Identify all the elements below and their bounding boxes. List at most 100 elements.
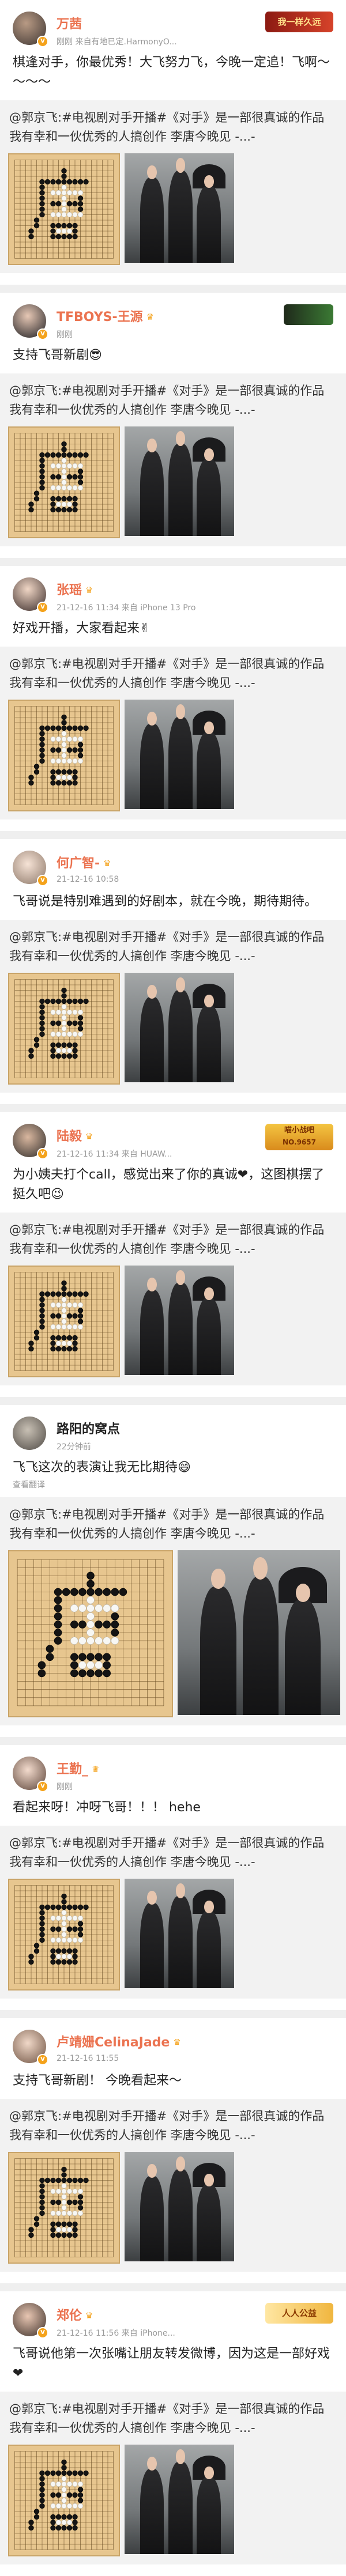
white-stone (55, 1048, 62, 1053)
black-stone (39, 2205, 45, 2211)
repost-text[interactable]: @郭京飞:#电视剧对手开播#《对手》是一部很真诚的作品 我有幸和一伙优秀的人搞创… (9, 1221, 337, 1259)
black-stone (28, 1954, 34, 1959)
black-stone (72, 998, 78, 1004)
avatar[interactable] (13, 1417, 46, 1450)
post-header: V 郑伦 ♛ 21-12-16 11:56 来自 iPhone... 人人公益 (9, 2302, 337, 2341)
drama-poster-image[interactable] (125, 700, 234, 809)
drama-poster-image[interactable] (125, 2445, 234, 2554)
black-stone (61, 1280, 67, 1286)
go-board-image[interactable] (8, 426, 120, 538)
black-stone (77, 2199, 84, 2205)
username[interactable]: 王勤_ ♛ (57, 1759, 268, 1777)
repost-text[interactable]: @郭京飞:#电视剧对手开播#《对手》是一部很真诚的作品 我有幸和一伙优秀的人搞创… (9, 382, 337, 420)
repost-text[interactable]: @郭京飞:#电视剧对手开播#《对手》是一部很真诚的作品 我有幸和一伙优秀的人搞创… (9, 1834, 337, 1872)
post-meta: 21-12-16 11:34 来自 iPhone 13 Pro (57, 603, 196, 613)
black-stone (77, 747, 84, 753)
black-stone (39, 1904, 45, 1910)
username[interactable]: 何广智- ♛ (57, 853, 268, 871)
username[interactable]: 陆毅 ♛ (57, 1126, 268, 1145)
go-board-image[interactable] (8, 2445, 120, 2556)
repost-text[interactable]: @郭京飞:#电视剧对手开播#《对手》是一部很真诚的作品 我有幸和一伙优秀的人搞创… (9, 2107, 337, 2145)
black-stone (72, 1948, 78, 1954)
black-stone (33, 1042, 40, 1048)
white-stone (61, 1926, 67, 1932)
black-stone (103, 1661, 111, 1670)
black-stone (39, 2481, 45, 2487)
username[interactable]: 张瑶 ♛ (57, 580, 268, 598)
black-stone (83, 998, 89, 1004)
black-stone (50, 2520, 56, 2525)
repost-block[interactable]: @郭京飞:#电视剧对手开播#《对手》是一部很真诚的作品 我有幸和一伙优秀的人搞创… (0, 2392, 346, 2564)
drama-poster-image[interactable] (125, 1879, 234, 1988)
go-board-image[interactable] (8, 153, 120, 265)
white-stone (72, 2210, 78, 2216)
black-stone (83, 2470, 89, 2476)
black-stone (66, 725, 73, 731)
repost-block[interactable]: @郭京飞:#电视剧对手开播#《对手》是一部很真诚的作品 我有幸和一伙优秀的人搞创… (0, 1826, 346, 1999)
repost-text[interactable]: @郭京飞:#电视剧对手开播#《对手》是一部很真诚的作品 我有幸和一伙优秀的人搞创… (9, 655, 337, 693)
white-stone (55, 463, 62, 469)
decoration-card[interactable]: 人人公益 (265, 2303, 333, 2324)
repost-text[interactable]: @郭京飞:#电视剧对手开播#《对手》是一部很真诚的作品 我有幸和一伙优秀的人搞创… (9, 108, 337, 146)
username[interactable]: TFBOYS-王源 ♛ (57, 307, 268, 325)
go-board-image[interactable] (8, 973, 120, 1085)
black-stone (50, 747, 56, 753)
username[interactable]: 郑伦 ♛ (57, 2305, 268, 2324)
member-crown-icon: ♛ (85, 1131, 93, 1142)
go-board-image[interactable] (8, 2152, 120, 2264)
white-stone (55, 190, 62, 196)
verified-icon: V (37, 602, 48, 613)
black-stone (77, 469, 84, 474)
repost-text[interactable]: @郭京飞:#电视剧对手开播#《对手》是一部很真诚的作品 我有幸和一伙优秀的人搞创… (9, 2400, 337, 2438)
go-board-image[interactable] (8, 1550, 173, 1717)
black-stone (46, 1653, 54, 1661)
repost-block[interactable]: @郭京飞:#电视剧对手开播#《对手》是一部很真诚的作品 我有幸和一伙优秀的人搞创… (0, 100, 346, 273)
translate-link[interactable]: 查看翻译 (13, 1479, 333, 1490)
white-stone (61, 1319, 67, 1324)
black-stone (55, 1904, 62, 1910)
repost-block[interactable]: @郭京飞:#电视剧对手开播#《对手》是一部很真诚的作品 我有幸和一伙优秀的人搞创… (0, 2099, 346, 2272)
repost-block[interactable]: @郭京飞:#电视剧对手开播#《对手》是一部很真诚的作品 我有幸和一伙优秀的人搞创… (0, 647, 346, 819)
post-header: V 万茜 刚刚 来自有地已定.HarmonyO... 我一样久远 (9, 10, 337, 50)
drama-poster-image[interactable] (178, 1550, 340, 1715)
black-stone (72, 1926, 78, 1932)
username[interactable]: 万茜 (57, 14, 268, 32)
white-stone (61, 485, 67, 491)
repost-block[interactable]: @郭京飞:#电视剧对手开播#《对手》是一部很真诚的作品 我有幸和一伙优秀的人搞创… (0, 1497, 346, 1725)
repost-block[interactable]: @郭京飞:#电视剧对手开播#《对手》是一部很真诚的作品 我有幸和一伙优秀的人搞创… (0, 1213, 346, 1385)
decoration-card[interactable] (284, 304, 333, 325)
drama-poster-image[interactable] (125, 2152, 234, 2261)
white-stone (66, 1954, 73, 1959)
drama-poster-image[interactable] (125, 1266, 234, 1375)
drama-poster-image[interactable] (125, 973, 234, 1082)
username[interactable]: 卢靖姗CelinaJade ♛ (57, 2032, 268, 2050)
white-stone (55, 2210, 62, 2216)
black-stone (72, 1959, 78, 1965)
repost-text[interactable]: @郭京飞:#电视剧对手开播#《对手》是一部很真诚的作品 我有幸和一伙优秀的人搞创… (9, 1505, 337, 1543)
black-stone (72, 1020, 78, 1026)
black-stone (77, 1015, 84, 1021)
drama-poster-image[interactable] (125, 426, 234, 536)
go-board-image[interactable] (8, 1879, 120, 1990)
black-stone (66, 1926, 73, 1932)
drama-poster-image[interactable] (125, 153, 234, 263)
black-stone (83, 1291, 89, 1297)
go-board-image[interactable] (8, 700, 120, 811)
go-board-drawing (14, 706, 114, 805)
black-stone (78, 1653, 86, 1661)
username[interactable]: 路阳的窝点 (57, 1419, 268, 1437)
black-stone (72, 1053, 78, 1059)
decoration-card[interactable]: 我一样久远 (265, 12, 333, 32)
fan-badge[interactable]: 喵小战吧 NO.9657 (265, 1124, 333, 1150)
go-board-image[interactable] (8, 1266, 120, 1377)
black-stone (50, 1959, 56, 1965)
repost-block[interactable]: @郭京飞:#电视剧对手开播#《对手》是一部很真诚的作品 我有幸和一伙优秀的人搞创… (0, 920, 346, 1093)
black-stone (50, 1926, 56, 1932)
repost-block[interactable]: @郭京飞:#电视剧对手开播#《对手》是一部很真诚的作品 我有幸和一伙优秀的人搞创… (0, 373, 346, 546)
black-stone (44, 2470, 51, 2476)
repost-text[interactable]: @郭京飞:#电视剧对手开播#《对手》是一部很真诚的作品 我有幸和一伙优秀的人搞创… (9, 928, 337, 966)
black-stone (50, 452, 56, 458)
post-header: V 何广智- ♛ 21-12-16 10:58 (9, 849, 337, 889)
white-stone (50, 1324, 56, 1330)
black-stone (66, 1291, 73, 1297)
